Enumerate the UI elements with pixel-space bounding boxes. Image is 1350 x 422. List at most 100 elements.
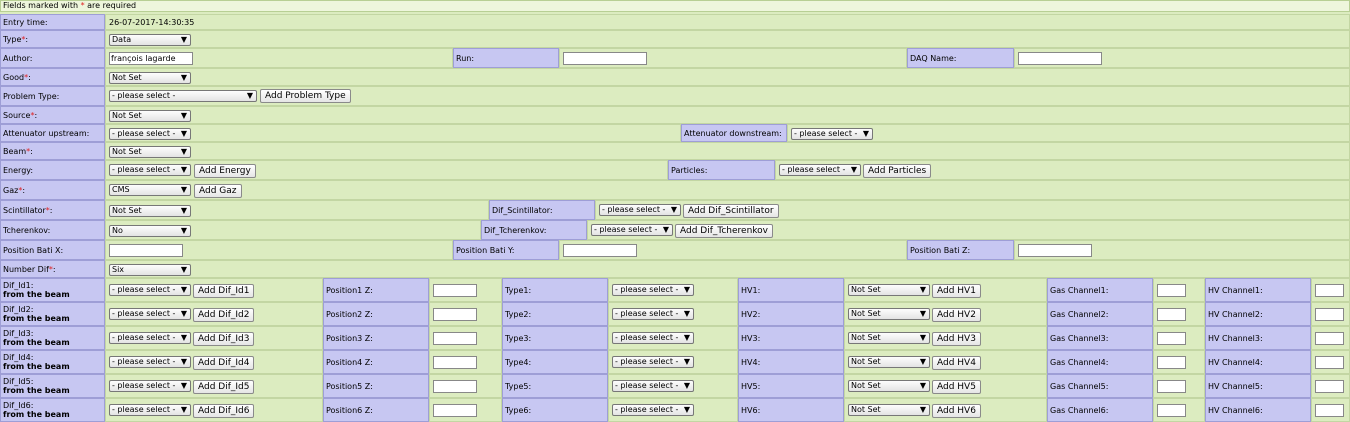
source-select[interactable]: Not Set ▼ — [109, 110, 191, 122]
beam-select[interactable]: Not Set ▼ — [109, 146, 191, 158]
dif-tcherenkov-select[interactable]: - please select - ▼ — [591, 224, 673, 236]
position-bati-z-label: Position Bati Z: — [907, 240, 1014, 260]
add-hv-button-1[interactable]: Add HV1 — [932, 284, 981, 298]
add-dif-id-button-2[interactable]: Add Dif_Id2 — [193, 308, 255, 322]
chevron-down-icon: ▼ — [683, 285, 690, 294]
hv-select-5[interactable]: Not Set ▼ — [848, 380, 930, 392]
position-z-input-4[interactable] — [433, 356, 477, 369]
dif-id-label-5: Dif_Id5: from the beam — [0, 374, 105, 398]
add-energy-button[interactable]: Add Energy — [194, 164, 256, 178]
scintillator-select[interactable]: Not Set ▼ — [109, 205, 191, 217]
hv-select-4[interactable]: Not Set ▼ — [848, 356, 930, 368]
hv-channel-label-5: HV Channel5: — [1205, 374, 1311, 398]
hv-select-6[interactable]: Not Set ▼ — [848, 404, 930, 416]
hv-channel-input-5[interactable] — [1315, 380, 1344, 393]
add-dif-id-button-1[interactable]: Add Dif_Id1 — [193, 284, 255, 298]
gas-channel-input-3[interactable] — [1157, 332, 1186, 345]
type-select-3[interactable]: - please select - ▼ — [612, 332, 694, 344]
run-input[interactable] — [563, 52, 647, 65]
author-input[interactable]: françois lagarde — [109, 52, 193, 65]
gas-channel-label-text: Gas Channel2: — [1050, 309, 1109, 319]
gas-channel-input-1[interactable] — [1157, 284, 1186, 297]
daq-name-input[interactable] — [1018, 52, 1102, 65]
hv-label-2: HV2: — [738, 302, 844, 326]
dif-scintillator-select[interactable]: - please select - ▼ — [599, 204, 681, 216]
add-hv-button-6[interactable]: Add HV6 — [932, 404, 981, 418]
hv-label-4: HV4: — [738, 350, 844, 374]
add-dif-id-button-4[interactable]: Add Dif_Id4 — [193, 356, 255, 370]
problem-type-select[interactable]: - please select - ▼ — [109, 90, 257, 102]
type-select-6[interactable]: - please select - ▼ — [612, 404, 694, 416]
hv-cell-3: Not Set ▼ Add HV3 — [844, 326, 1047, 350]
hv-channel-input-2[interactable] — [1315, 308, 1344, 321]
dif-id-select-6[interactable]: - please select - ▼ — [109, 404, 191, 416]
position-z-cell-3 — [429, 326, 502, 350]
attenuator-downstream-select[interactable]: - please select - ▼ — [791, 128, 873, 140]
type-select[interactable]: Data ▼ — [109, 34, 191, 46]
dif-id-label-4: Dif_Id4: from the beam — [0, 350, 105, 374]
add-dif-tcherenkov-button[interactable]: Add Dif_Tcherenkov — [675, 224, 774, 238]
hv-cell-5: Not Set ▼ Add HV5 — [844, 374, 1047, 398]
add-hv-button-5[interactable]: Add HV5 — [932, 380, 981, 394]
hv-select-3[interactable]: Not Set ▼ — [848, 332, 930, 344]
gas-channel-input-6[interactable] — [1157, 404, 1186, 417]
dif-id-select-2[interactable]: - please select - ▼ — [109, 308, 191, 320]
dif-id-label-text: Dif_Id1: — [3, 281, 34, 290]
hv-channel-label-text: HV Channel4: — [1208, 357, 1263, 367]
dif-id-select-5[interactable]: - please select - ▼ — [109, 380, 191, 392]
hv-channel-input-6[interactable] — [1315, 404, 1344, 417]
position-bati-z-input[interactable] — [1018, 244, 1092, 257]
position-bati-y-input[interactable] — [563, 244, 637, 257]
dif-id-cell-5: - please select - ▼ Add Dif_Id5 — [105, 374, 323, 398]
position-z-input-3[interactable] — [433, 332, 477, 345]
hv-channel-input-1[interactable] — [1315, 284, 1344, 297]
hv-channel-input-4[interactable] — [1315, 356, 1344, 369]
add-hv-button-2[interactable]: Add HV2 — [932, 308, 981, 322]
add-dif-id-button-3[interactable]: Add Dif_Id3 — [193, 332, 255, 346]
hv-channel-label-text: HV Channel2: — [1208, 309, 1263, 319]
type-select-5[interactable]: - please select - ▼ — [612, 380, 694, 392]
gas-channel-input-2[interactable] — [1157, 308, 1186, 321]
gas-channel-input-4[interactable] — [1157, 356, 1186, 369]
type-select-4[interactable]: - please select - ▼ — [612, 356, 694, 368]
dif-id-select-3[interactable]: - please select - ▼ — [109, 332, 191, 344]
position-bati-x-input[interactable] — [109, 244, 183, 257]
particles-select[interactable]: - please select - ▼ — [779, 164, 861, 176]
attenuator-upstream-select[interactable]: - please select - ▼ — [109, 128, 191, 140]
add-hv-button-3[interactable]: Add HV3 — [932, 332, 981, 346]
energy-select[interactable]: - please select - ▼ — [109, 164, 191, 176]
add-hv-button-4[interactable]: Add HV4 — [932, 356, 981, 370]
gaz-select[interactable]: CMS ▼ — [109, 184, 191, 196]
type-select-2[interactable]: - please select - ▼ — [612, 308, 694, 320]
add-problem-type-button[interactable]: Add Problem Type — [260, 89, 351, 103]
chevron-down-icon: ▼ — [180, 357, 187, 366]
dif-id-sublabel: from the beam — [3, 314, 70, 323]
type-select-1[interactable]: - please select - ▼ — [612, 284, 694, 296]
chevron-down-icon: ▼ — [919, 333, 926, 342]
tcherenkov-select[interactable]: No ▼ — [109, 225, 191, 237]
position-bati-z-cell — [1014, 240, 1350, 260]
gas-channel-label-text: Gas Channel3: — [1050, 333, 1109, 343]
add-dif-id-button-5[interactable]: Add Dif_Id5 — [193, 380, 255, 394]
add-gaz-button[interactable]: Add Gaz — [194, 184, 242, 198]
hv-select-1[interactable]: Not Set ▼ — [848, 284, 930, 296]
add-particles-button[interactable]: Add Particles — [863, 164, 932, 178]
hv-select-2[interactable]: Not Set ▼ — [848, 308, 930, 320]
number-dif-select[interactable]: Six ▼ — [109, 264, 191, 276]
gas-channel-input-5[interactable] — [1157, 380, 1186, 393]
type-label-text: Type6: — [505, 405, 532, 415]
number-dif-label: Number Dif*: — [0, 260, 105, 278]
position-z-input-6[interactable] — [433, 404, 477, 417]
add-dif-scintillator-button[interactable]: Add Dif_Scintillator — [683, 204, 779, 218]
good-select[interactable]: Not Set ▼ — [109, 72, 191, 84]
dif-id-select-1[interactable]: - please select - ▼ — [109, 284, 191, 296]
position-z-input-1[interactable] — [433, 284, 477, 297]
hv-channel-input-3[interactable] — [1315, 332, 1344, 345]
position-z-input-2[interactable] — [433, 308, 477, 321]
position-z-label-text: Position2 Z: — [326, 309, 373, 319]
add-dif-id-button-6[interactable]: Add Dif_Id6 — [193, 404, 255, 418]
type-cell-5: - please select - ▼ — [608, 374, 738, 398]
dif-id-select-4[interactable]: - please select - ▼ — [109, 356, 191, 368]
position-z-input-5[interactable] — [433, 380, 477, 393]
dif-id-label-text: Dif_Id3: — [3, 329, 34, 338]
